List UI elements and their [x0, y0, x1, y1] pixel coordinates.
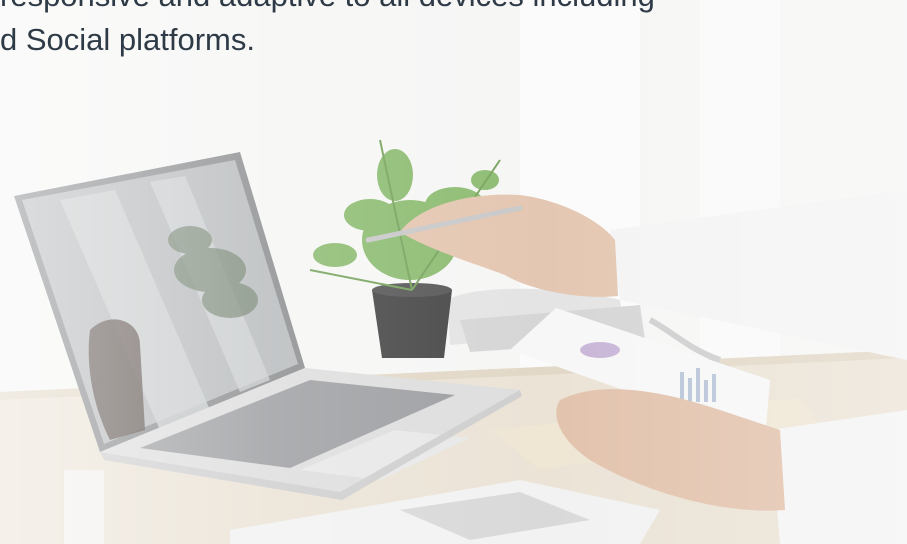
hero-description-line-1: responsive and adaptive to all devices i… — [0, 0, 907, 18]
hero-description-line-2: d Social platforms. — [0, 22, 255, 57]
plant-pot — [372, 290, 452, 358]
office-desk-photo — [0, 0, 907, 544]
lower-sleeve — [770, 410, 907, 544]
desk-leg — [64, 470, 104, 544]
hero-description: responsive and adaptive to all devices i… — [0, 0, 907, 62]
hero-section: responsive and adaptive to all devices i… — [0, 0, 907, 544]
